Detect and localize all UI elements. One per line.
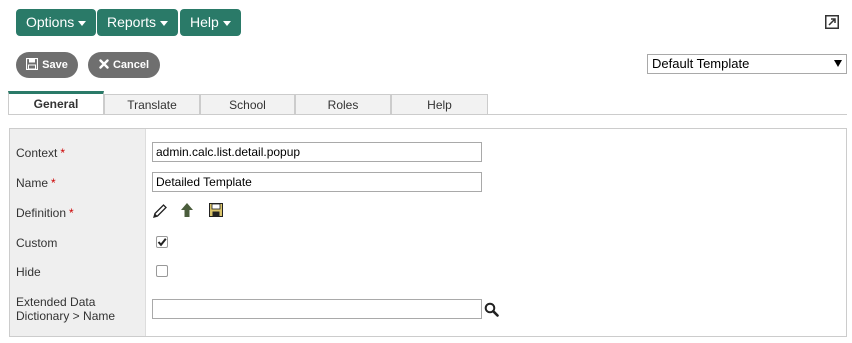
close-icon — [99, 59, 109, 69]
template-select[interactable]: Default Template — [647, 54, 847, 74]
cancel-button[interactable]: Cancel — [88, 52, 160, 78]
tab-roles[interactable]: Roles — [295, 94, 391, 115]
tab-general-label: General — [33, 97, 79, 111]
help-menu-button[interactable]: Help — [180, 9, 241, 36]
cancel-label: Cancel — [112, 59, 150, 71]
tab-help-label: Help — [427, 98, 452, 112]
reports-menu-label: Reports — [107, 14, 157, 30]
tab-school[interactable]: School — [200, 94, 295, 115]
dropdown-arrow-icon — [834, 60, 842, 67]
caret-down-icon — [222, 20, 231, 26]
hide-checkbox[interactable] — [156, 265, 168, 277]
save-button[interactable]: Save — [16, 52, 78, 78]
pencil-icon[interactable] — [152, 203, 168, 219]
search-icon[interactable] — [484, 302, 499, 317]
extended-name-input[interactable] — [152, 299, 482, 319]
options-menu-label: Options — [26, 14, 75, 30]
caret-down-icon — [78, 20, 87, 26]
template-select-value: Default Template — [652, 56, 750, 71]
context-label-text: Context — [16, 146, 58, 160]
extended-label-line1: Extended Data — [16, 295, 96, 309]
reports-menu-button[interactable]: Reports — [97, 9, 179, 36]
general-form-panel: Context* Name* Definition* Custom Hide E… — [9, 128, 847, 337]
context-label: Context * — [16, 146, 65, 160]
custom-label: Custom — [16, 236, 57, 250]
save-definition-icon[interactable] — [209, 203, 223, 217]
required-marker: * — [60, 146, 66, 160]
context-input[interactable] — [152, 142, 482, 162]
tab-general[interactable]: General — [8, 91, 104, 115]
name-label: Name * — [16, 176, 56, 190]
checkmark-icon — [157, 238, 167, 247]
name-label-text: Name — [16, 176, 49, 190]
tab-roles-label: Roles — [327, 98, 359, 112]
extended-label: Extended Data Dictionary > Name — [16, 295, 115, 323]
options-menu-button[interactable]: Options — [16, 9, 97, 36]
definition-label: Definition * — [16, 206, 74, 220]
tab-help[interactable]: Help — [391, 94, 488, 115]
custom-checkbox[interactable] — [156, 236, 168, 248]
definition-label-text: Definition — [16, 206, 67, 220]
hide-label-text: Hide — [16, 265, 41, 279]
help-menu-label: Help — [190, 14, 219, 30]
caret-down-icon — [160, 20, 169, 26]
custom-label-text: Custom — [16, 236, 58, 250]
extended-label-line2: Dictionary > Name — [16, 309, 116, 323]
tab-divider — [8, 114, 847, 115]
floppy-icon — [26, 57, 39, 71]
tab-school-label: School — [229, 98, 266, 112]
required-marker: * — [69, 206, 74, 220]
tab-translate[interactable]: Translate — [104, 94, 200, 115]
name-input[interactable] — [152, 172, 482, 192]
save-label: Save — [42, 59, 68, 71]
popout-icon[interactable] — [825, 15, 839, 29]
required-marker: * — [51, 176, 56, 190]
hide-label: Hide — [16, 265, 41, 279]
upload-arrow-icon[interactable] — [180, 202, 194, 218]
tab-translate-label: Translate — [127, 98, 177, 112]
